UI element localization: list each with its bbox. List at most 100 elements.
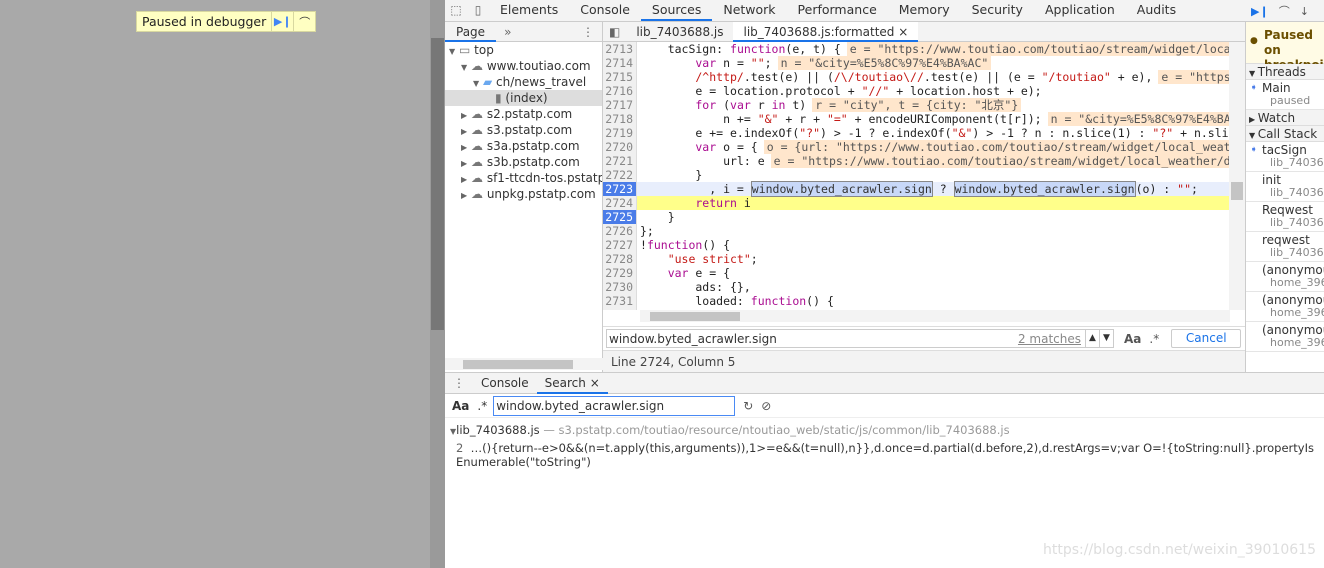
scrollbar-thumb[interactable] xyxy=(431,38,444,330)
drawer-tab-search[interactable]: Search × xyxy=(536,373,608,394)
editor-tab[interactable]: lib_7403688.js:formatted × xyxy=(733,21,919,42)
tab-memory[interactable]: Memory xyxy=(888,0,961,21)
line-number[interactable]: 2726 xyxy=(603,224,637,238)
tab-performance[interactable]: Performance xyxy=(787,0,888,21)
close-icon[interactable]: × xyxy=(586,376,600,390)
line-number[interactable]: 2721 xyxy=(603,154,637,168)
regex-button[interactable]: .* xyxy=(1149,332,1159,346)
tab-sources[interactable]: Sources xyxy=(640,0,713,21)
close-icon[interactable]: × xyxy=(894,25,908,39)
expand-arrow-icon[interactable]: ▼ xyxy=(1249,69,1258,78)
line-number[interactable]: 2731 xyxy=(603,294,637,308)
tab-page[interactable]: Page xyxy=(445,22,497,42)
line-number[interactable]: 2717 xyxy=(603,98,637,112)
stack-item[interactable]: reqwestlib_7403688.js xyxy=(1246,232,1324,262)
tab-audits[interactable]: Audits xyxy=(1126,0,1187,21)
resume-icon[interactable]: ▶❙ xyxy=(1251,5,1269,18)
tree-item[interactable]: ▶ ☁ s3.pstatp.com xyxy=(445,122,602,138)
stack-item[interactable]: Reqwestlib_7403688.js xyxy=(1246,202,1324,232)
line-number[interactable]: 2716 xyxy=(603,84,637,98)
expand-arrow-icon[interactable]: ▼ xyxy=(1249,131,1258,140)
line-number[interactable]: 2713 xyxy=(603,42,637,56)
tree-item[interactable]: ▶☁ sf1-ttcdn-tos.pstatp.com xyxy=(445,170,602,186)
code-view[interactable]: 2713 tacSign: function(e, t) {e = "https… xyxy=(603,42,1245,310)
page-scrollbar[interactable] xyxy=(430,0,445,568)
tree-item[interactable]: ▼ ▰ ch/news_travel xyxy=(445,74,602,90)
section-header[interactable]: ▼ Call Stack xyxy=(1246,126,1324,142)
expand-arrow-icon[interactable]: ▶ xyxy=(461,156,471,170)
stack-item[interactable]: initlib_7403688.js xyxy=(1246,172,1324,202)
menu-icon[interactable]: ⋮ xyxy=(582,25,602,39)
find-next-icon[interactable]: ▼ xyxy=(1099,330,1113,347)
tree-item[interactable]: ▶ ☁ s3a.pstatp.com xyxy=(445,138,602,154)
stack-item[interactable]: (anonymous)home_396 xyxy=(1246,262,1324,292)
inspect-element-icon[interactable]: ⬚ xyxy=(445,0,467,21)
stack-item[interactable]: ➧ Main paused xyxy=(1246,80,1324,110)
step-over-icon[interactable]: ⌒ xyxy=(1279,3,1290,19)
regex-button[interactable]: .* xyxy=(477,399,487,413)
tree-item[interactable]: ▼ ▭ top xyxy=(445,42,602,58)
line-number[interactable]: 2715 xyxy=(603,70,637,84)
find-prev-icon[interactable]: ▲ xyxy=(1085,330,1099,347)
tab-security[interactable]: Security xyxy=(961,0,1034,21)
editor-tab[interactable]: lib_7403688.js xyxy=(626,22,733,42)
expand-arrow-icon[interactable]: ▶ xyxy=(461,108,471,122)
expand-arrow-icon[interactable]: ▼ xyxy=(449,44,459,58)
tree-item[interactable]: ▶ ☁ s3b.pstatp.com xyxy=(445,154,602,170)
result-line[interactable]: 2 …(){return--e>0&&(n=t.apply(this,argum… xyxy=(450,441,1318,469)
line-number[interactable]: 2722 xyxy=(603,168,637,182)
line-number[interactable]: 2718 xyxy=(603,112,637,126)
device-toolbar-icon[interactable]: ▯ xyxy=(467,0,489,21)
expand-arrow-icon[interactable]: ▶ xyxy=(461,140,471,154)
resume-icon[interactable]: ▶❙ xyxy=(271,12,293,31)
tree-item[interactable]: ▶ ☁ unpkg.pstatp.com xyxy=(445,186,602,202)
tab-console[interactable]: Console xyxy=(569,0,641,21)
navigator-scrollbar[interactable] xyxy=(445,358,603,370)
tree-item[interactable]: ▮ (index) xyxy=(445,90,602,106)
clear-icon[interactable]: ⊘ xyxy=(761,399,771,413)
expand-arrow-icon[interactable]: ▶ xyxy=(461,124,471,138)
line-number[interactable]: 2732 xyxy=(603,308,637,310)
line-number[interactable]: 2720 xyxy=(603,140,637,154)
cancel-button[interactable]: Cancel xyxy=(1171,329,1242,348)
section-header[interactable]: ▶ Watch xyxy=(1246,110,1324,126)
match-case-button[interactable]: Aa xyxy=(452,399,469,413)
expand-arrow-icon[interactable]: ▼ xyxy=(461,60,471,74)
expand-arrow-icon[interactable]: ▶ xyxy=(461,188,471,202)
tree-item[interactable]: ▶ ☁ s2.pstatp.com xyxy=(445,106,602,122)
result-file[interactable]: ▼lib_7403688.js — s3.pstatp.com/toutiao/… xyxy=(450,423,1318,439)
drawer-tab-console[interactable]: Console xyxy=(473,373,537,394)
inspected-page: Paused in debugger ▶❙ ⌒ xyxy=(0,0,430,568)
stack-item[interactable]: (anonymous)home_396 xyxy=(1246,322,1324,352)
line-number[interactable]: 2725 xyxy=(603,210,637,224)
line-number[interactable]: 2727 xyxy=(603,238,637,252)
tab-elements[interactable]: Elements xyxy=(489,0,569,21)
stack-item[interactable]: ➧ tacSignlib_7403688.js xyxy=(1246,142,1324,172)
more-tabs-icon[interactable]: » xyxy=(496,25,511,39)
line-number[interactable]: 2728 xyxy=(603,252,637,266)
stack-item[interactable]: (anonymous)home_396 xyxy=(1246,292,1324,322)
section-header[interactable]: ▼ Threads xyxy=(1246,64,1324,80)
expand-arrow-icon[interactable]: ▼ xyxy=(473,76,483,90)
line-number[interactable]: 2729 xyxy=(603,266,637,280)
expand-arrow-icon[interactable]: ▶ xyxy=(461,172,471,186)
find-input[interactable]: window.byted_acrawler.sign 2 matches ▲ ▼ xyxy=(606,329,1114,348)
drawer-menu-icon[interactable]: ⋮ xyxy=(445,373,473,394)
step-over-icon[interactable]: ⌒ xyxy=(293,12,315,31)
step-into-icon[interactable]: ↓ xyxy=(1300,5,1309,18)
line-number[interactable]: 2724 xyxy=(603,196,637,210)
refresh-icon[interactable]: ↻ xyxy=(743,399,753,413)
toggle-navigator-icon[interactable]: ◧ xyxy=(603,22,626,42)
editor-horizontal-scrollbar[interactable] xyxy=(640,310,1230,322)
line-number[interactable]: 2719 xyxy=(603,126,637,140)
search-input[interactable]: window.byted_acrawler.sign xyxy=(493,395,736,416)
editor-vertical-scrollbar[interactable] xyxy=(1229,42,1245,310)
expand-arrow-icon[interactable]: ▶ xyxy=(1249,115,1258,124)
line-number[interactable]: 2730 xyxy=(603,280,637,294)
tab-application[interactable]: Application xyxy=(1034,0,1126,21)
tree-item[interactable]: ▼ ☁ www.toutiao.com xyxy=(445,58,602,74)
match-case-button[interactable]: Aa xyxy=(1124,332,1141,346)
line-number[interactable]: 2723 xyxy=(603,182,637,196)
line-number[interactable]: 2714 xyxy=(603,56,637,70)
tab-network[interactable]: Network xyxy=(712,0,786,21)
